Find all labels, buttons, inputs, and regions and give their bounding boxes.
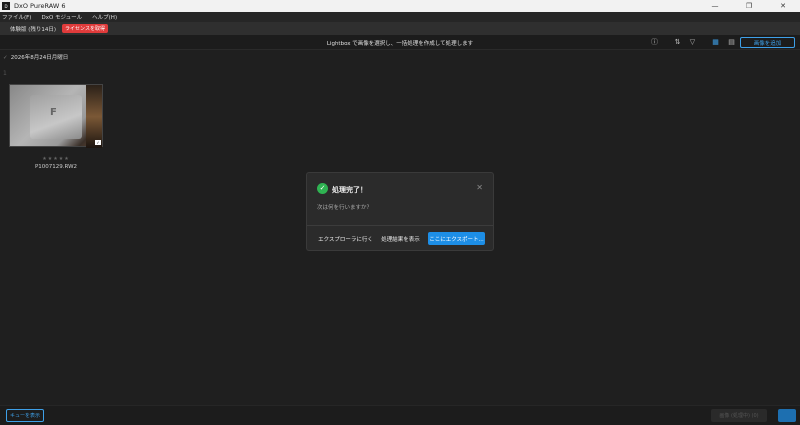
get-license-button[interactable]: ライセンスを取得 (62, 24, 108, 33)
process-images-button[interactable]: 画像 (処理中) (0) (711, 409, 767, 422)
app-logo-icon: D (2, 2, 10, 10)
process-dropdown-button[interactable] (778, 409, 796, 422)
title-bar: D DxO PureRAW 6 — ❐ ✕ (0, 0, 800, 12)
filter-icon[interactable]: ▽ (688, 38, 697, 47)
minimize-button[interactable]: — (698, 0, 732, 12)
window-controls: — ❐ ✕ (698, 0, 800, 12)
dialog-subtitle: 次は何を行いますか？ (317, 205, 373, 211)
close-icon[interactable]: ✕ (476, 183, 483, 192)
thumbnail-edge-shade (86, 85, 102, 148)
thumbnail-logo: F (50, 107, 57, 118)
trial-remaining-text: 体験版 (残り14日) (10, 26, 57, 33)
checkbox-icon[interactable]: ✓ (3, 55, 9, 61)
show-results-button[interactable]: 処理結果を表示 (379, 232, 422, 245)
toolbar: Lightbox で画像を選択し、一括処理を作成して処理します ⓘ ⇅ ▽ ▦ … (0, 35, 800, 50)
success-check-icon: ✓ (317, 183, 328, 194)
thumbnail-filename: P1007129.RW2 (34, 164, 78, 170)
trial-bar: 体験版 (残り14日) ライセンスを取得 (0, 22, 800, 35)
processed-badge-icon: ✓ (95, 140, 101, 145)
bottom-bar: キューを表示 画像 (処理中) (0) (0, 405, 800, 425)
dialog-title: 処理完了！ (332, 186, 367, 194)
menu-file[interactable]: ファイル(F) (2, 13, 31, 21)
menu-bar: ファイル(F) DxO モジュール ヘルプ(H) (0, 12, 800, 22)
rating-stars[interactable]: ★★★★★ (9, 156, 103, 162)
image-count: 1 (3, 70, 7, 77)
window-title: DxO PureRAW 6 (14, 2, 66, 10)
image-thumbnail[interactable]: F ✓ (9, 84, 103, 148)
maximize-button[interactable]: ❐ (732, 0, 766, 12)
menu-help[interactable]: ヘルプ(H) (92, 13, 117, 21)
sort-icon[interactable]: ⇅ (673, 38, 682, 47)
dialog-divider (307, 225, 493, 226)
show-queue-button[interactable]: キューを表示 (6, 409, 44, 422)
list-view-icon[interactable]: ▤ (727, 38, 736, 47)
go-to-explorer-button[interactable]: エクスプローラに行く (318, 232, 373, 245)
close-window-button[interactable]: ✕ (766, 0, 800, 12)
info-icon[interactable]: ⓘ (650, 38, 659, 47)
date-label: 2026年8月24日月曜日 (10, 55, 69, 61)
export-here-button[interactable]: ここにエクスポート... (428, 232, 485, 245)
grid-view-icon[interactable]: ▦ (711, 38, 720, 47)
date-group-header[interactable]: ✓ 2026年8月24日月曜日 (3, 53, 68, 61)
processing-complete-dialog: ✓ 処理完了！ ✕ 次は何を行いますか？ エクスプローラに行く 処理結果を表示 … (306, 172, 494, 251)
menu-dxo-modules[interactable]: DxO モジュール (41, 13, 82, 21)
add-images-button[interactable]: 画像を追加 (740, 37, 795, 48)
